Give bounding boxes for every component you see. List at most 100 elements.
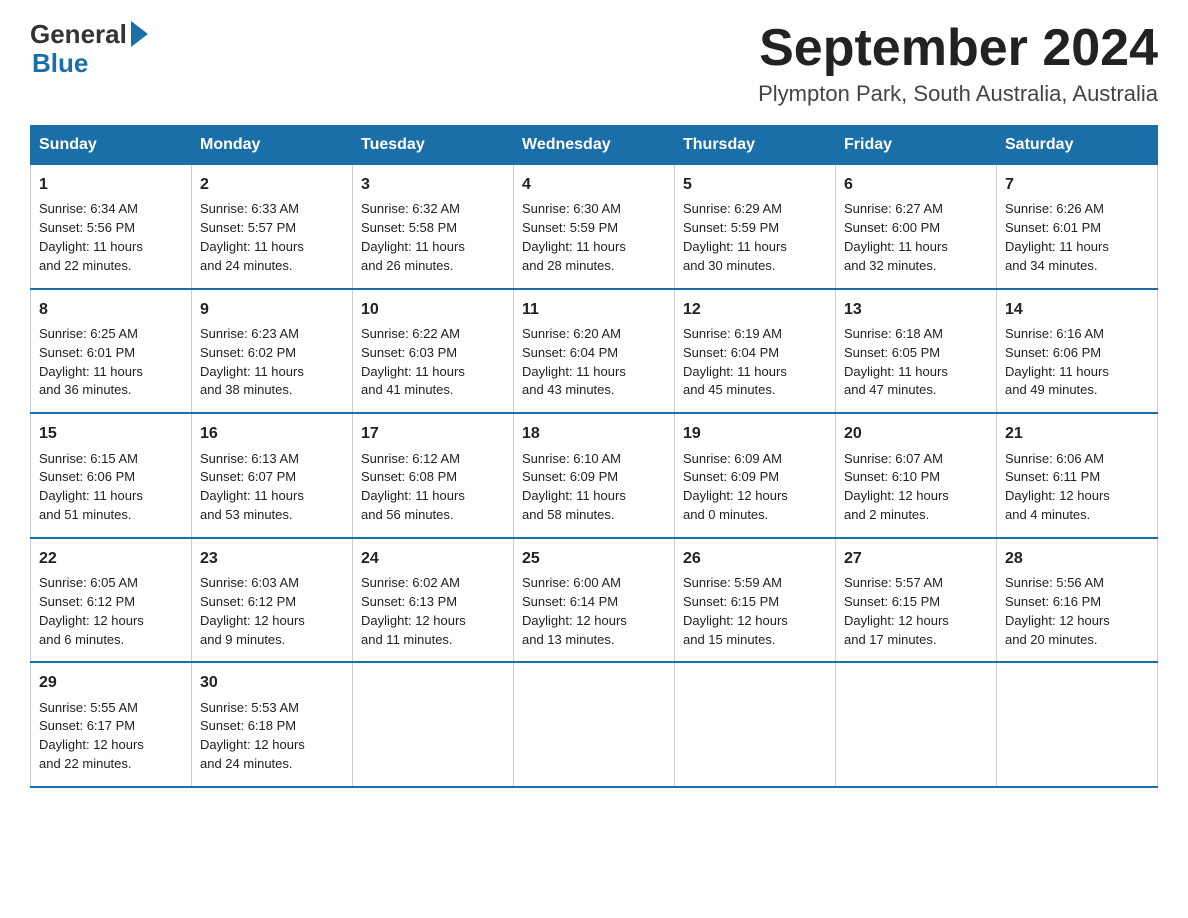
day-number: 26 bbox=[683, 547, 827, 570]
day-cell: 12 Sunrise: 6:19 AMSunset: 6:04 PMDaylig… bbox=[675, 289, 836, 414]
day-info: Sunrise: 6:26 AMSunset: 6:01 PMDaylight:… bbox=[1005, 201, 1109, 273]
page-header: General Blue September 2024 Plympton Par… bbox=[30, 20, 1158, 107]
day-cell: 19 Sunrise: 6:09 AMSunset: 6:09 PMDaylig… bbox=[675, 413, 836, 538]
logo-arrow-icon bbox=[131, 21, 148, 47]
day-info: Sunrise: 6:33 AMSunset: 5:57 PMDaylight:… bbox=[200, 201, 304, 273]
day-cell: 4 Sunrise: 6:30 AMSunset: 5:59 PMDayligh… bbox=[514, 165, 675, 289]
day-number: 4 bbox=[522, 173, 666, 196]
day-cell: 26 Sunrise: 5:59 AMSunset: 6:15 PMDaylig… bbox=[675, 538, 836, 663]
day-cell: 7 Sunrise: 6:26 AMSunset: 6:01 PMDayligh… bbox=[997, 165, 1158, 289]
day-cell: 16 Sunrise: 6:13 AMSunset: 6:07 PMDaylig… bbox=[192, 413, 353, 538]
col-header-monday: Monday bbox=[192, 126, 353, 165]
day-cell: 15 Sunrise: 6:15 AMSunset: 6:06 PMDaylig… bbox=[31, 413, 192, 538]
day-cell: 11 Sunrise: 6:20 AMSunset: 6:04 PMDaylig… bbox=[514, 289, 675, 414]
day-info: Sunrise: 6:32 AMSunset: 5:58 PMDaylight:… bbox=[361, 201, 465, 273]
day-number: 20 bbox=[844, 422, 988, 445]
day-number: 15 bbox=[39, 422, 183, 445]
calendar-header-row: SundayMondayTuesdayWednesdayThursdayFrid… bbox=[31, 126, 1158, 165]
day-info: Sunrise: 6:13 AMSunset: 6:07 PMDaylight:… bbox=[200, 451, 304, 523]
day-number: 6 bbox=[844, 173, 988, 196]
day-number: 7 bbox=[1005, 173, 1149, 196]
day-info: Sunrise: 6:18 AMSunset: 6:05 PMDaylight:… bbox=[844, 326, 948, 398]
col-header-wednesday: Wednesday bbox=[514, 126, 675, 165]
month-title: September 2024 bbox=[758, 20, 1158, 77]
day-number: 12 bbox=[683, 298, 827, 321]
day-cell bbox=[836, 662, 997, 787]
day-cell: 5 Sunrise: 6:29 AMSunset: 5:59 PMDayligh… bbox=[675, 165, 836, 289]
day-number: 30 bbox=[200, 671, 344, 694]
day-cell: 8 Sunrise: 6:25 AMSunset: 6:01 PMDayligh… bbox=[31, 289, 192, 414]
col-header-thursday: Thursday bbox=[675, 126, 836, 165]
day-number: 14 bbox=[1005, 298, 1149, 321]
day-number: 8 bbox=[39, 298, 183, 321]
day-info: Sunrise: 6:19 AMSunset: 6:04 PMDaylight:… bbox=[683, 326, 787, 398]
day-number: 13 bbox=[844, 298, 988, 321]
day-cell: 17 Sunrise: 6:12 AMSunset: 6:08 PMDaylig… bbox=[353, 413, 514, 538]
day-info: Sunrise: 6:12 AMSunset: 6:08 PMDaylight:… bbox=[361, 451, 465, 523]
day-cell: 29 Sunrise: 5:55 AMSunset: 6:17 PMDaylig… bbox=[31, 662, 192, 787]
col-header-friday: Friday bbox=[836, 126, 997, 165]
logo-general-text: General bbox=[30, 20, 127, 49]
day-cell: 27 Sunrise: 5:57 AMSunset: 6:15 PMDaylig… bbox=[836, 538, 997, 663]
day-info: Sunrise: 6:34 AMSunset: 5:56 PMDaylight:… bbox=[39, 201, 143, 273]
week-row-1: 1 Sunrise: 6:34 AMSunset: 5:56 PMDayligh… bbox=[31, 165, 1158, 289]
day-cell: 10 Sunrise: 6:22 AMSunset: 6:03 PMDaylig… bbox=[353, 289, 514, 414]
day-cell: 14 Sunrise: 6:16 AMSunset: 6:06 PMDaylig… bbox=[997, 289, 1158, 414]
day-cell: 3 Sunrise: 6:32 AMSunset: 5:58 PMDayligh… bbox=[353, 165, 514, 289]
day-info: Sunrise: 5:56 AMSunset: 6:16 PMDaylight:… bbox=[1005, 575, 1110, 647]
day-number: 2 bbox=[200, 173, 344, 196]
day-info: Sunrise: 6:22 AMSunset: 6:03 PMDaylight:… bbox=[361, 326, 465, 398]
day-cell: 9 Sunrise: 6:23 AMSunset: 6:02 PMDayligh… bbox=[192, 289, 353, 414]
day-cell bbox=[353, 662, 514, 787]
logo-blue-text: Blue bbox=[32, 49, 148, 78]
day-number: 25 bbox=[522, 547, 666, 570]
day-number: 21 bbox=[1005, 422, 1149, 445]
day-number: 27 bbox=[844, 547, 988, 570]
day-cell: 13 Sunrise: 6:18 AMSunset: 6:05 PMDaylig… bbox=[836, 289, 997, 414]
day-number: 22 bbox=[39, 547, 183, 570]
day-number: 3 bbox=[361, 173, 505, 196]
day-cell: 24 Sunrise: 6:02 AMSunset: 6:13 PMDaylig… bbox=[353, 538, 514, 663]
day-number: 24 bbox=[361, 547, 505, 570]
day-info: Sunrise: 6:09 AMSunset: 6:09 PMDaylight:… bbox=[683, 451, 788, 523]
day-cell: 6 Sunrise: 6:27 AMSunset: 6:00 PMDayligh… bbox=[836, 165, 997, 289]
week-row-3: 15 Sunrise: 6:15 AMSunset: 6:06 PMDaylig… bbox=[31, 413, 1158, 538]
day-number: 16 bbox=[200, 422, 344, 445]
day-cell bbox=[675, 662, 836, 787]
day-info: Sunrise: 6:27 AMSunset: 6:00 PMDaylight:… bbox=[844, 201, 948, 273]
day-number: 28 bbox=[1005, 547, 1149, 570]
day-number: 10 bbox=[361, 298, 505, 321]
day-info: Sunrise: 6:06 AMSunset: 6:11 PMDaylight:… bbox=[1005, 451, 1110, 523]
day-number: 9 bbox=[200, 298, 344, 321]
week-row-2: 8 Sunrise: 6:25 AMSunset: 6:01 PMDayligh… bbox=[31, 289, 1158, 414]
day-cell: 25 Sunrise: 6:00 AMSunset: 6:14 PMDaylig… bbox=[514, 538, 675, 663]
day-number: 17 bbox=[361, 422, 505, 445]
day-number: 1 bbox=[39, 173, 183, 196]
day-cell: 18 Sunrise: 6:10 AMSunset: 6:09 PMDaylig… bbox=[514, 413, 675, 538]
day-cell bbox=[997, 662, 1158, 787]
day-info: Sunrise: 6:20 AMSunset: 6:04 PMDaylight:… bbox=[522, 326, 626, 398]
day-number: 29 bbox=[39, 671, 183, 694]
day-number: 19 bbox=[683, 422, 827, 445]
day-info: Sunrise: 6:23 AMSunset: 6:02 PMDaylight:… bbox=[200, 326, 304, 398]
day-number: 11 bbox=[522, 298, 666, 321]
day-number: 23 bbox=[200, 547, 344, 570]
week-row-4: 22 Sunrise: 6:05 AMSunset: 6:12 PMDaylig… bbox=[31, 538, 1158, 663]
day-cell: 2 Sunrise: 6:33 AMSunset: 5:57 PMDayligh… bbox=[192, 165, 353, 289]
day-info: Sunrise: 6:03 AMSunset: 6:12 PMDaylight:… bbox=[200, 575, 305, 647]
day-cell bbox=[514, 662, 675, 787]
day-info: Sunrise: 5:57 AMSunset: 6:15 PMDaylight:… bbox=[844, 575, 949, 647]
day-cell: 30 Sunrise: 5:53 AMSunset: 6:18 PMDaylig… bbox=[192, 662, 353, 787]
location-subtitle: Plympton Park, South Australia, Australi… bbox=[758, 81, 1158, 107]
day-info: Sunrise: 5:55 AMSunset: 6:17 PMDaylight:… bbox=[39, 700, 144, 772]
day-number: 5 bbox=[683, 173, 827, 196]
day-info: Sunrise: 6:29 AMSunset: 5:59 PMDaylight:… bbox=[683, 201, 787, 273]
day-number: 18 bbox=[522, 422, 666, 445]
day-info: Sunrise: 6:07 AMSunset: 6:10 PMDaylight:… bbox=[844, 451, 949, 523]
day-info: Sunrise: 6:10 AMSunset: 6:09 PMDaylight:… bbox=[522, 451, 626, 523]
logo: General Blue bbox=[30, 20, 148, 77]
day-cell: 21 Sunrise: 6:06 AMSunset: 6:11 PMDaylig… bbox=[997, 413, 1158, 538]
day-cell: 28 Sunrise: 5:56 AMSunset: 6:16 PMDaylig… bbox=[997, 538, 1158, 663]
col-header-sunday: Sunday bbox=[31, 126, 192, 165]
day-info: Sunrise: 6:30 AMSunset: 5:59 PMDaylight:… bbox=[522, 201, 626, 273]
